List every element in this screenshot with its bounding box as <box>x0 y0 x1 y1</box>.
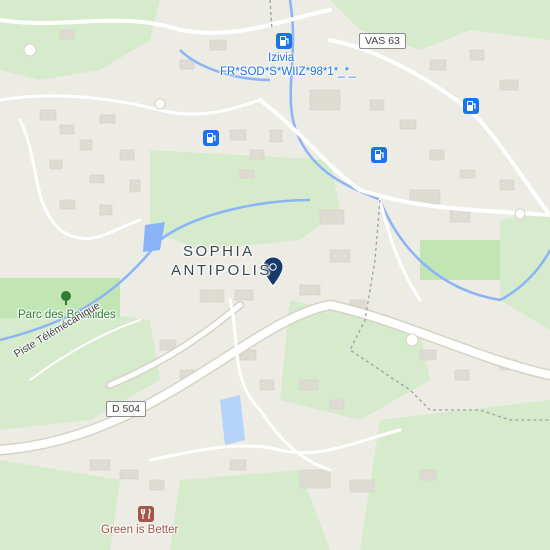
ev-charging-station-icon[interactable] <box>276 33 292 49</box>
poi-izivia-name[interactable]: Izivia <box>268 52 294 65</box>
poi-restaurant-label[interactable]: Green is Better <box>101 524 178 536</box>
ev-charging-station-icon[interactable] <box>203 130 219 146</box>
pond <box>220 395 245 445</box>
poi-izivia-code[interactable]: FR*SOD*S*WIIZ*98*1*_*_ <box>220 66 356 79</box>
road-shield-vas: VAS 63 <box>359 33 406 49</box>
tree-icon[interactable] <box>58 290 74 306</box>
lake <box>143 222 165 252</box>
map-canvas[interactable]: SOPHIA ANTIPOLIS Izivia FR*SOD*S*WIIZ*98… <box>0 0 550 550</box>
place-label-line1: SOPHIA <box>183 243 255 260</box>
sports-field <box>420 240 500 280</box>
road-shield-d504: D 504 <box>106 401 147 417</box>
fork-knife-icon[interactable] <box>138 506 154 522</box>
ev-charging-station-icon[interactable] <box>371 147 387 163</box>
ev-charging-station-icon[interactable] <box>463 98 479 114</box>
place-label-line2: ANTIPOLIS <box>171 262 272 279</box>
